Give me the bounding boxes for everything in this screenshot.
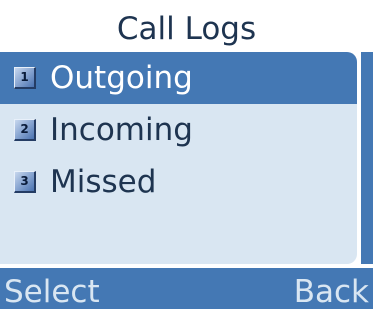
call-logs-menu: 1 Outgoing 2 Incoming 3 Missed	[0, 52, 357, 264]
page-title: Call Logs	[116, 11, 257, 47]
select-softkey[interactable]: Select	[4, 273, 100, 309]
menu-item-label: Missed	[50, 164, 157, 200]
number-key-3-icon: 3	[14, 171, 36, 193]
menu-item-missed[interactable]: 3 Missed	[0, 156, 357, 208]
softkey-bar: Select Back	[0, 268, 373, 309]
number-key-1-icon: 1	[14, 67, 36, 89]
menu-item-label: Outgoing	[50, 60, 193, 96]
scrollbar[interactable]	[361, 52, 373, 264]
number-key-2-icon: 2	[14, 119, 36, 141]
back-softkey[interactable]: Back	[294, 273, 369, 309]
menu-item-outgoing[interactable]: 1 Outgoing	[0, 52, 357, 104]
call-logs-screen: Call Logs 1 Outgoing 2 Incoming 3 Missed…	[0, 0, 373, 309]
menu-item-label: Incoming	[50, 112, 193, 148]
menu-item-incoming[interactable]: 2 Incoming	[0, 104, 357, 156]
